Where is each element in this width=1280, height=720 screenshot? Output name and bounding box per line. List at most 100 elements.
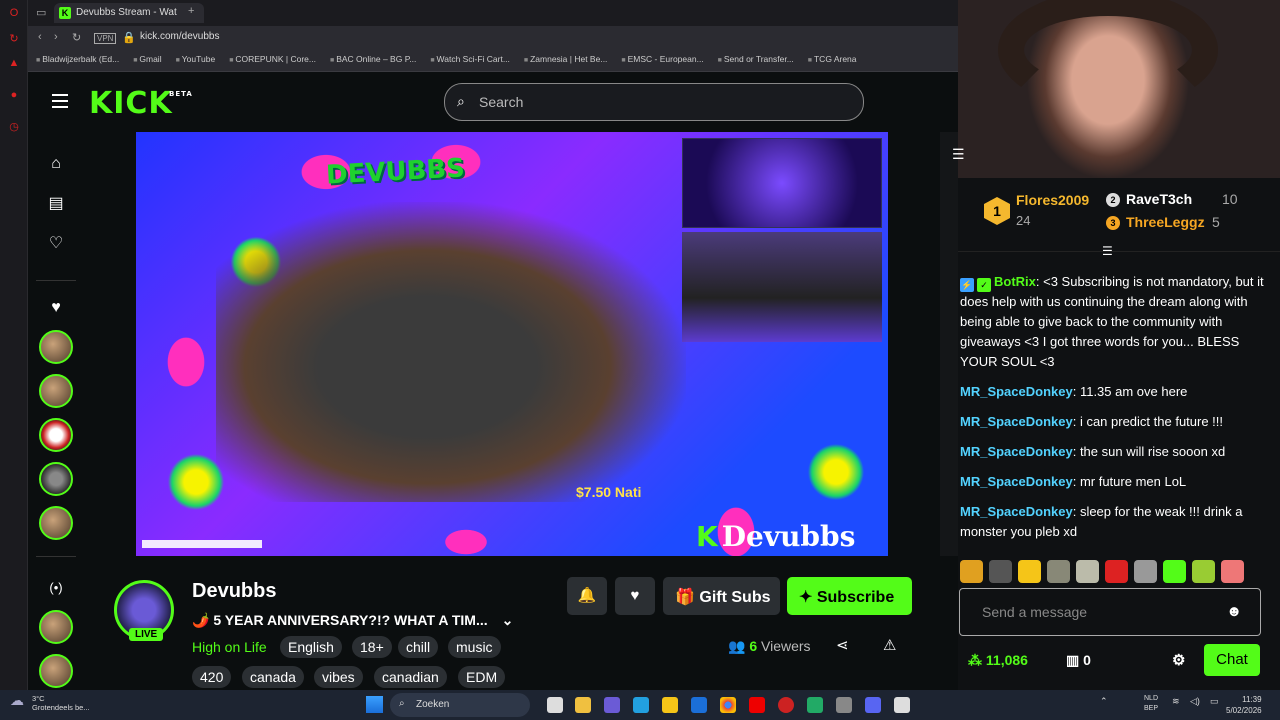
bookmark-item[interactable]: Watch Sci-Fi Cart... (430, 54, 510, 67)
calculator-icon[interactable] (807, 697, 823, 713)
follow-heart-button[interactable]: ♥ (615, 577, 655, 615)
chat-send-button[interactable]: Chat (1204, 644, 1260, 676)
chat-collapse-icon[interactable]: ☰ (952, 146, 965, 163)
menu-icon[interactable] (52, 94, 68, 108)
forward-icon[interactable]: › (54, 31, 58, 43)
video-progress[interactable] (142, 540, 262, 548)
emote-icon[interactable] (1163, 560, 1186, 583)
video-player[interactable]: DEVUBBS $7.50 Nati K Devubbs (136, 132, 888, 556)
reload-icon[interactable]: ↻ (72, 31, 81, 44)
youtube-icon[interactable] (749, 697, 765, 713)
sidebar-history-icon[interactable]: ◷ (7, 120, 21, 134)
tag-chip[interactable]: EDM (458, 666, 506, 688)
sidebar-extension-icon[interactable]: ▲ (7, 56, 21, 70)
search-input[interactable]: ⌕ Search (444, 83, 864, 121)
emote-icon[interactable] (1047, 560, 1070, 583)
emote-icon[interactable] (1018, 560, 1041, 583)
browse-icon[interactable]: ▤ (46, 194, 66, 214)
channel-name[interactable]: Devubbs (192, 580, 276, 603)
chat-username[interactable]: MR_SpaceDonkey (960, 444, 1073, 459)
url-field[interactable]: kick.com/devubbs (140, 31, 219, 42)
emoji-picker-icon[interactable]: ☻ (1226, 603, 1242, 620)
leader-second-name[interactable]: RaveT3ch (1126, 191, 1192, 207)
tag-chip[interactable]: 18+ (352, 636, 392, 658)
back-icon[interactable]: ‹ (38, 31, 42, 43)
tray-chevron-icon[interactable]: ⌃ (1100, 696, 1108, 707)
tag-chip[interactable]: canadian (374, 666, 447, 688)
teams-icon[interactable] (604, 697, 620, 713)
taskbar-search[interactable]: ⌕ Zoeken (390, 693, 530, 717)
following-icon[interactable]: ♡ (46, 234, 66, 254)
emote-icon[interactable] (989, 560, 1012, 583)
stream-category[interactable]: High on Life (192, 639, 267, 655)
tag-chip[interactable]: music (448, 636, 501, 658)
edge-icon[interactable] (633, 697, 649, 713)
followed-channel-avatar[interactable] (39, 462, 73, 496)
chat-username[interactable]: MR_SpaceDonkey (960, 384, 1073, 399)
bookmark-item[interactable]: Bladwijzerbalk (Ed... (36, 54, 119, 67)
chat-username[interactable]: MR_SpaceDonkey (960, 414, 1073, 429)
chat-username[interactable]: MR_SpaceDonkey (960, 504, 1073, 519)
opera-logo-icon[interactable]: O (7, 6, 21, 20)
tag-chip[interactable]: chill (398, 636, 439, 658)
chrome-icon[interactable] (720, 697, 736, 713)
report-icon[interactable]: ⚠ (883, 636, 896, 654)
chevron-down-icon[interactable]: ⌄ (502, 612, 514, 628)
share-icon[interactable]: ⋖ (836, 636, 849, 654)
bookmark-item[interactable]: YouTube (176, 54, 215, 67)
chat-username[interactable]: BotRix (994, 274, 1036, 289)
emote-icon[interactable] (960, 560, 983, 583)
emote-icon[interactable] (1105, 560, 1128, 583)
outlook-icon[interactable] (691, 697, 707, 713)
sidebar-player-icon[interactable]: ● (7, 88, 21, 102)
followed-channel-avatar[interactable] (39, 418, 73, 452)
recommended-channel-avatar[interactable] (39, 610, 73, 644)
sidebar-refresh-icon[interactable]: ↻ (7, 32, 21, 46)
bookmark-item[interactable]: BAC Online – BG P... (330, 54, 416, 67)
emote-icon[interactable] (1076, 560, 1099, 583)
task-view-icon[interactable] (547, 697, 563, 713)
weather-widget[interactable]: ☁ 3°C Grotendeels be... (8, 693, 90, 712)
chat-settings-icon[interactable]: ⚙ (1172, 651, 1185, 669)
opera-icon[interactable] (778, 697, 794, 713)
widgets-icon[interactable] (575, 697, 591, 713)
redemptions[interactable]: ▥ 0 (1066, 652, 1091, 669)
network-icon[interactable]: ≋ (1172, 696, 1180, 707)
leader-third-name[interactable]: ThreeLeggz (1126, 214, 1205, 230)
tab-list-icon[interactable]: ▭ (36, 6, 46, 19)
followed-channel-avatar[interactable] (39, 374, 73, 408)
windows-start-icon[interactable] (366, 696, 383, 713)
language-indicator[interactable]: NLD BEP (1144, 694, 1158, 714)
system-clock[interactable]: 11:39 5/02/2026 (1226, 694, 1262, 716)
subscribe-button[interactable]: ✦ Subscribe (787, 577, 912, 615)
bookmark-item[interactable]: Gmail (133, 54, 161, 67)
followed-channel-avatar[interactable] (39, 506, 73, 540)
tag-chip[interactable]: English (280, 636, 342, 658)
bookmark-item[interactable]: COREPUNK | Core... (229, 54, 316, 67)
emote-icon[interactable] (1221, 560, 1244, 583)
discord-icon[interactable] (865, 697, 881, 713)
new-tab-button[interactable]: + (188, 5, 194, 17)
tag-chip[interactable]: vibes (314, 666, 363, 688)
app-icon[interactable] (836, 697, 852, 713)
battery-icon[interactable]: ▭ (1210, 696, 1219, 707)
bookmark-item[interactable]: Zamnesia | Het Be... (524, 54, 607, 67)
bookmark-item[interactable]: TCG Arena (808, 54, 857, 67)
tag-chip[interactable]: 420 (192, 666, 232, 688)
chat-message-input[interactable]: Send a message ☻ (959, 588, 1261, 636)
recommended-channel-avatar[interactable] (39, 654, 73, 688)
tab-active[interactable]: K Devubbs Stream - Wat (54, 3, 204, 23)
pinned-collapse-icon[interactable]: ☰ (1102, 244, 1113, 258)
leader-first-name[interactable]: Flores2009 (1016, 192, 1089, 208)
bookmark-item[interactable]: Send or Transfer... (718, 54, 794, 67)
home-icon[interactable]: ⌂ (46, 154, 66, 174)
gift-subs-button[interactable]: 🎁 Gift Subs (663, 577, 780, 615)
volume-icon[interactable]: ◁) (1190, 696, 1200, 707)
vpn-badge[interactable]: VPN (94, 33, 117, 44)
tag-chip[interactable]: canada (242, 666, 304, 688)
emote-icon[interactable] (1192, 560, 1215, 583)
followed-channel-avatar[interactable] (39, 330, 73, 364)
notification-bell-button[interactable]: 🔔 (567, 577, 607, 615)
file-explorer-icon[interactable] (662, 697, 678, 713)
emote-icon[interactable] (1134, 560, 1157, 583)
